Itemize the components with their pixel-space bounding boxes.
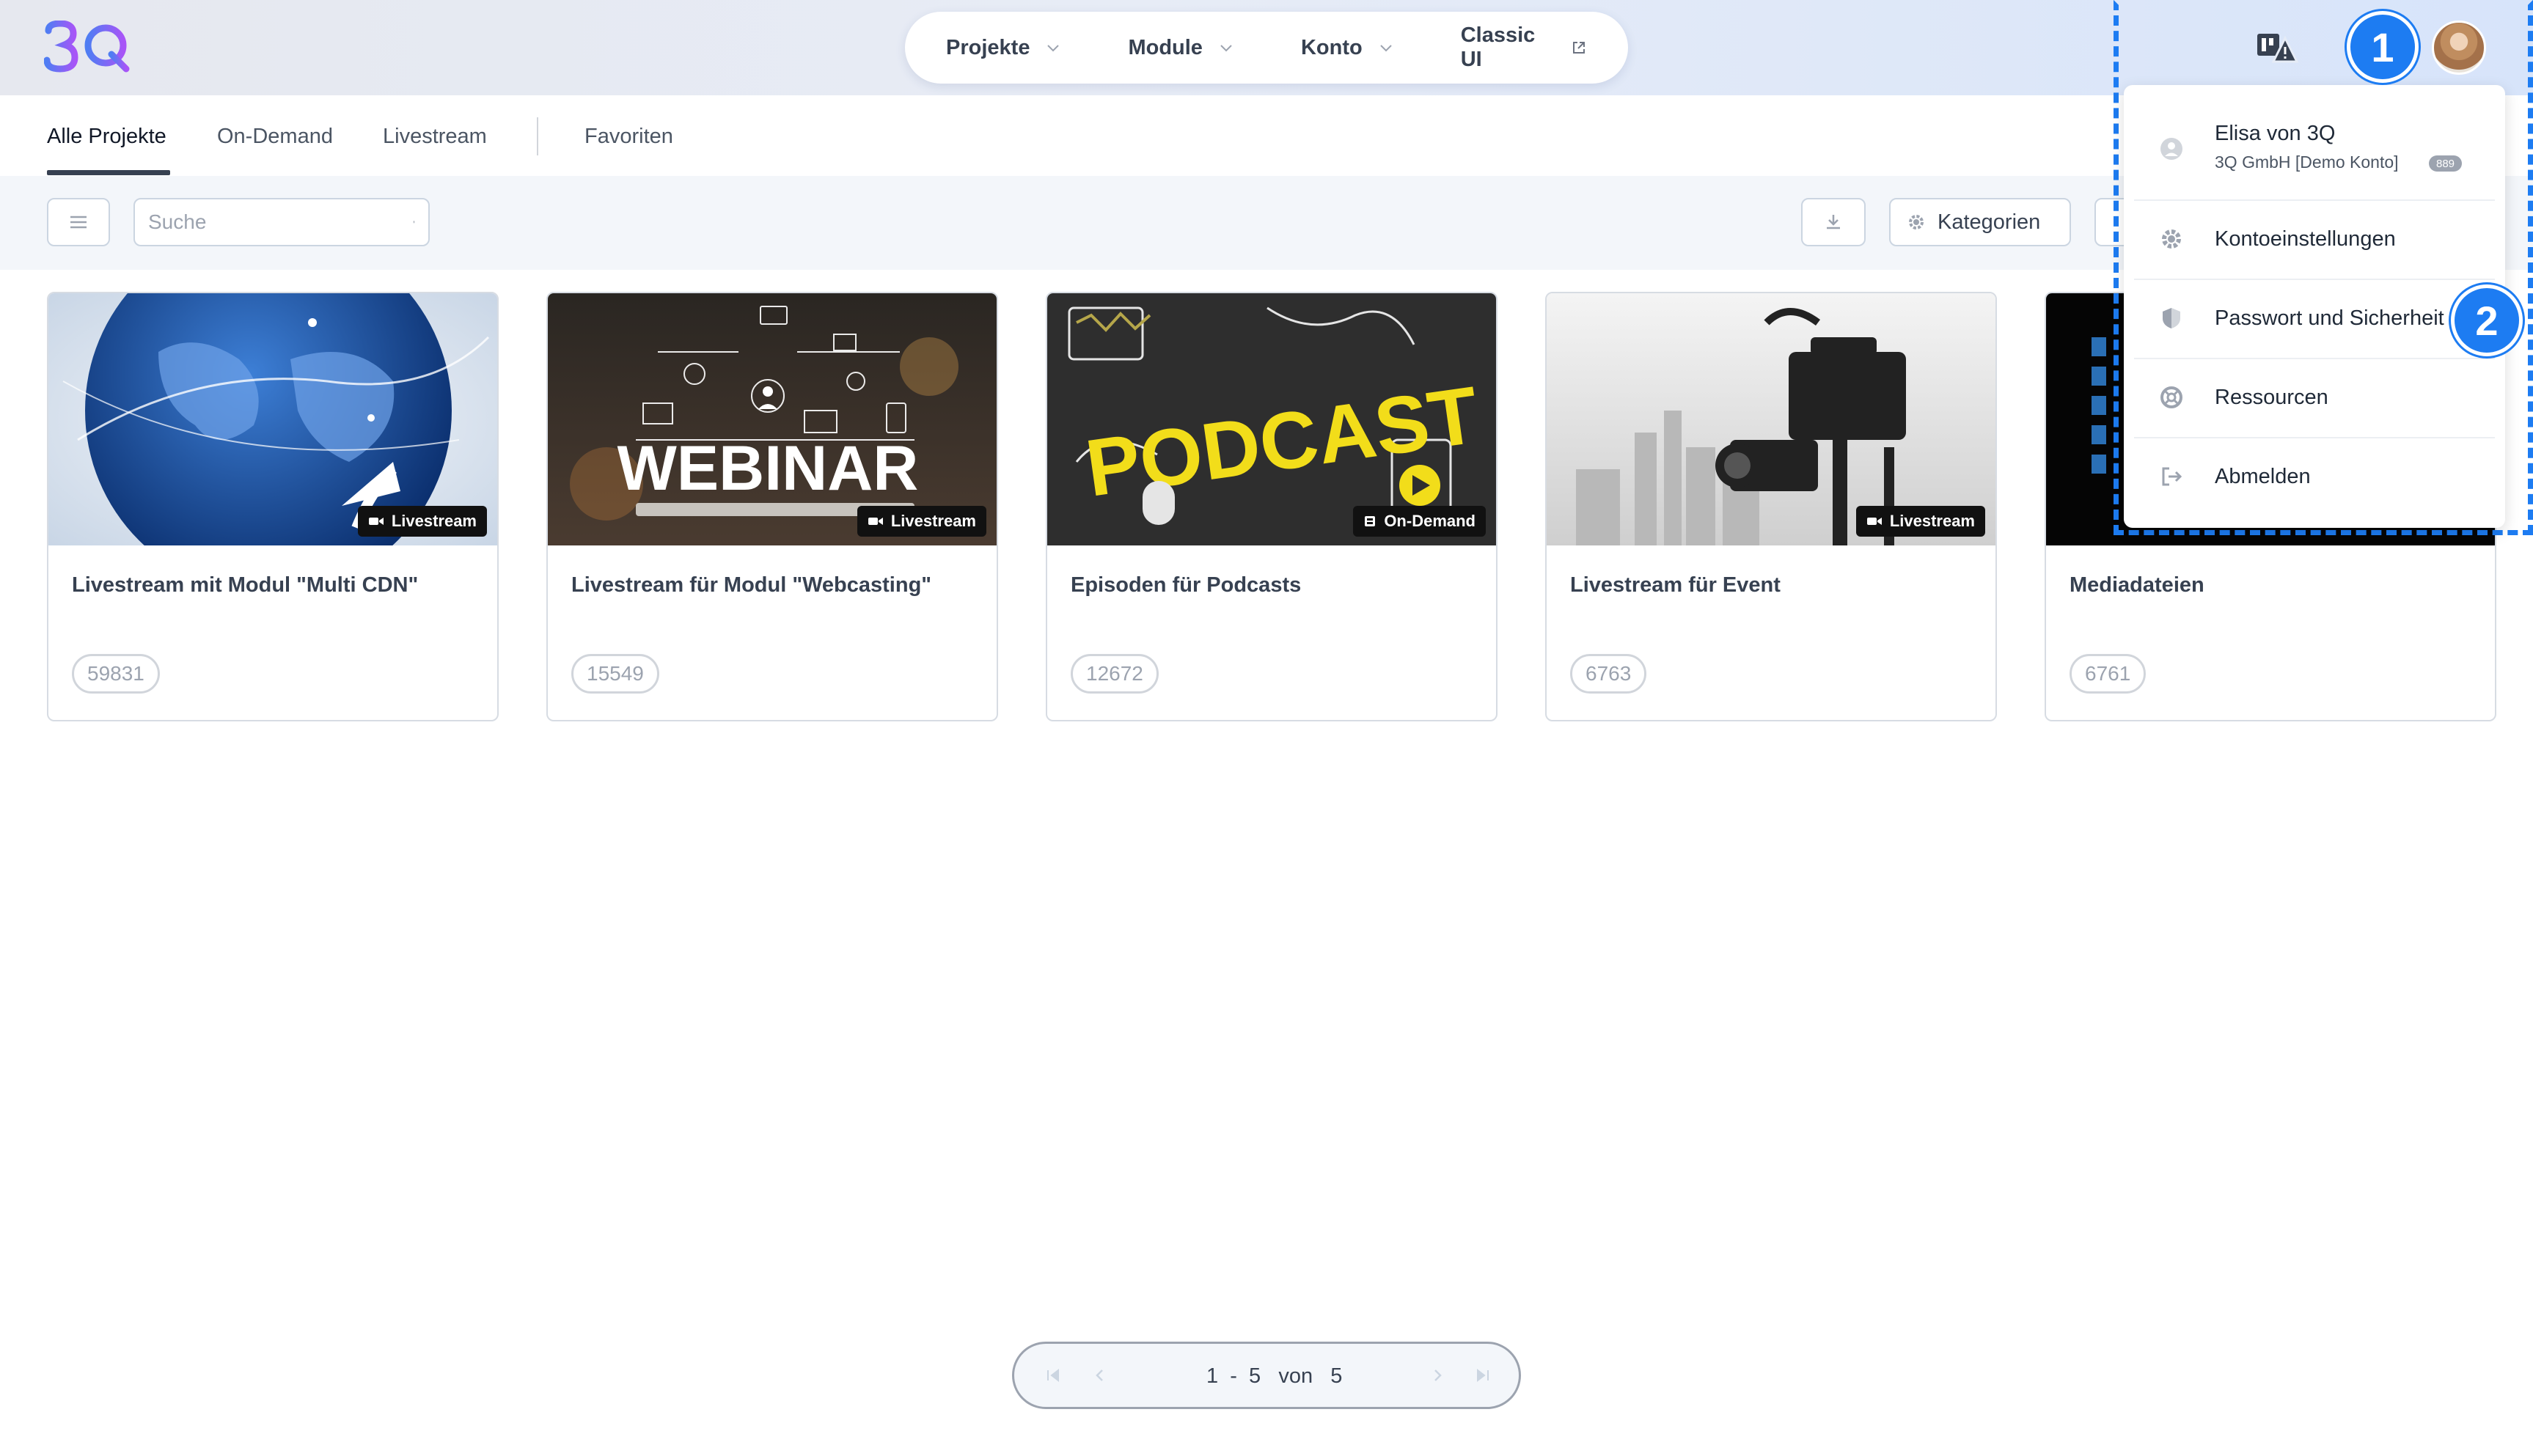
search-input[interactable] xyxy=(148,210,413,234)
chevron-down-icon xyxy=(1220,45,1232,52)
user-organization: 3Q GmbH [Demo Konto] xyxy=(2215,152,2399,172)
gear-icon xyxy=(1909,215,1924,229)
project-card[interactable]: Livestream Livestream für Event 6763 xyxy=(1545,292,1997,721)
livestream-badge: Livestream xyxy=(857,506,986,537)
step-marker-1: 1 xyxy=(2347,11,2419,83)
menu-item-label: Ressourcen xyxy=(2215,386,2328,409)
next-page-icon[interactable] xyxy=(1426,1364,1448,1386)
project-card[interactable]: WEBINAR Livestream Livestream für Modul … xyxy=(546,292,998,721)
project-title: Livestream für Modul "Webcasting" xyxy=(571,573,932,597)
pagination: 1 - 5 von 5 xyxy=(1012,1342,1521,1409)
nav-module[interactable]: Module xyxy=(1128,36,1235,60)
badge-label: Livestream xyxy=(1889,512,1975,530)
livestream-badge: Livestream xyxy=(357,506,487,537)
page-range: 1 - 5 von 5 xyxy=(1206,1364,1343,1388)
project-item-count: 12672 xyxy=(1071,654,1159,694)
project-item-count: 6763 xyxy=(1570,654,1647,694)
project-title: Livestream mit Modul "Multi CDN" xyxy=(72,573,419,597)
on-demand-badge: On-Demand xyxy=(1353,506,1486,537)
3q-logo[interactable] xyxy=(44,21,132,73)
tab-favoriten[interactable]: Favoriten xyxy=(584,125,673,149)
active-tab-indicator xyxy=(47,170,170,175)
page-to: 5 xyxy=(1249,1364,1261,1388)
lifebuoy-icon xyxy=(2160,386,2182,408)
livestream-badge: Livestream xyxy=(1855,506,1985,537)
filter-menu-button[interactable] xyxy=(47,198,110,246)
film-icon xyxy=(1365,516,1376,526)
video-camera-icon xyxy=(1866,518,1882,525)
tab-alle-projekte[interactable]: Alle Projekte xyxy=(47,125,166,149)
user-icon xyxy=(2160,138,2182,160)
badge-label: On-Demand xyxy=(1384,512,1476,530)
external-link-icon xyxy=(1573,42,1586,54)
download-button[interactable] xyxy=(1801,198,1866,246)
badge-label: Livestream xyxy=(890,512,976,530)
top-navigation: Projekte Module Konto Classic UI xyxy=(905,12,1628,84)
page-from: 1 xyxy=(1206,1364,1219,1388)
user-dropdown-menu: Elisa von 3Q 3Q GmbH [Demo Konto] 889 Ko… xyxy=(2124,85,2505,528)
menu-item-label: Passwort und Sicherheit xyxy=(2215,306,2444,330)
microphone-icon[interactable] xyxy=(413,212,415,232)
video-camera-icon xyxy=(368,518,384,525)
project-title: Episoden für Podcasts xyxy=(1071,573,1302,597)
page-total: 5 xyxy=(1330,1364,1343,1388)
video-camera-icon xyxy=(868,518,883,525)
logout-icon xyxy=(2162,467,2182,486)
tab-divider xyxy=(537,117,538,155)
menu-item-label: Kontoeinstellungen xyxy=(2215,227,2396,251)
menu-item-kontoeinstellungen[interactable]: Kontoeinstellungen xyxy=(2124,199,2505,279)
first-page-icon[interactable] xyxy=(1042,1364,1064,1386)
chevron-down-icon xyxy=(1047,45,1060,52)
project-card[interactable]: Livestream Livestream mit Modul "Multi C… xyxy=(47,292,499,721)
project-title: Mediadateien xyxy=(2070,573,2204,597)
badge-label: Livestream xyxy=(391,512,477,530)
menu-item-passwort-und-sicherheit[interactable]: Passwort und Sicherheit xyxy=(2124,279,2505,358)
project-item-count: 59831 xyxy=(72,654,160,694)
gear-icon xyxy=(2162,229,2181,249)
categories-label: Kategorien xyxy=(1938,210,2041,234)
chevron-down-icon xyxy=(1379,45,1392,52)
step-marker-2: 2 xyxy=(2451,284,2523,356)
webinar-image-text: WEBINAR xyxy=(617,433,919,504)
nav-konto[interactable]: Konto xyxy=(1301,36,1395,60)
project-item-count: 15549 xyxy=(571,654,659,694)
project-item-count: 6761 xyxy=(2070,654,2147,694)
nav-projekte[interactable]: Projekte xyxy=(946,36,1062,60)
tab-livestream[interactable]: Livestream xyxy=(383,125,487,149)
menu-item-label: Abmelden xyxy=(2215,465,2311,488)
categories-button[interactable]: Kategorien xyxy=(1889,198,2071,246)
nav-module-label: Module xyxy=(1128,35,1203,59)
nav-classic-ui[interactable]: Classic UI xyxy=(1461,23,1587,72)
menu-item-abmelden[interactable]: Abmelden xyxy=(2124,437,2505,516)
search-field[interactable] xyxy=(133,198,430,246)
nav-projekte-label: Projekte xyxy=(946,35,1030,59)
shield-icon xyxy=(2163,308,2180,328)
account-id-badge: 889 xyxy=(2429,155,2463,172)
page-of-label: von xyxy=(1278,1364,1313,1388)
menu-icon xyxy=(70,216,87,229)
menu-item-ressourcen[interactable]: Ressourcen xyxy=(2124,358,2505,437)
last-page-icon[interactable] xyxy=(1472,1364,1494,1386)
tab-on-demand[interactable]: On-Demand xyxy=(217,125,333,149)
nav-classic-ui-label: Classic UI xyxy=(1460,23,1536,71)
project-title: Livestream für Event xyxy=(1570,573,1781,597)
user-name: Elisa von 3Q xyxy=(2215,122,2336,145)
nav-konto-label: Konto xyxy=(1300,35,1363,59)
previous-page-icon[interactable] xyxy=(1089,1364,1111,1386)
download-icon xyxy=(1827,215,1840,229)
project-card[interactable]: PODCAST On-Demand Episoden für Podcasts … xyxy=(1046,292,1498,721)
